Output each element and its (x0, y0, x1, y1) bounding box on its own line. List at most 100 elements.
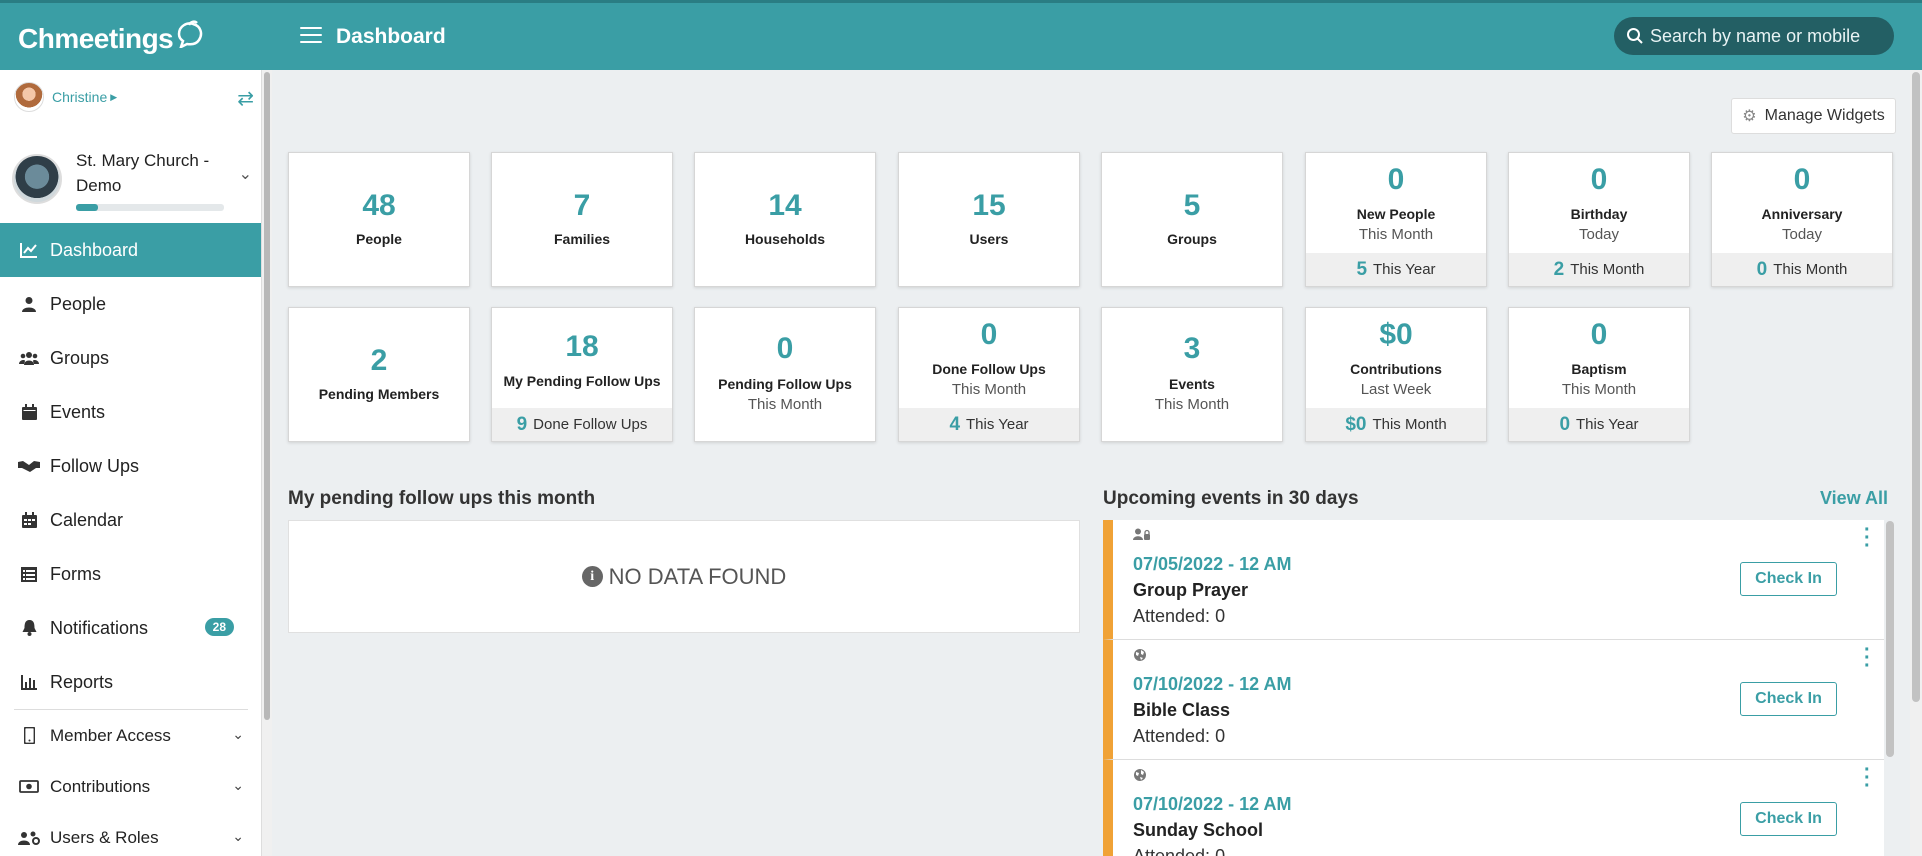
widget-value: 0 (776, 332, 794, 365)
widget-value: 0 (1590, 163, 1608, 196)
main-scrollbar[interactable] (1910, 70, 1922, 856)
event-card[interactable]: 07/10/2022 - 12 AM Sunday School Attende… (1103, 760, 1884, 856)
sidebar-item-notifications[interactable]: Notifications 28 (0, 601, 261, 655)
sidebar-scrollbar[interactable] (262, 70, 272, 856)
widget-people[interactable]: 48 People (288, 152, 470, 287)
no-data-panel: i NO DATA FOUND (288, 520, 1080, 633)
widget-label: People (356, 231, 402, 247)
chevron-down-icon[interactable]: ⌄ (239, 164, 252, 184)
widget-footer-value: 0 (1756, 258, 1768, 280)
manage-widgets-button[interactable]: ⚙ Manage Widgets (1731, 98, 1896, 134)
more-options-icon[interactable]: · · · (1864, 520, 1871, 556)
widget-events[interactable]: 3 Events This Month (1101, 307, 1283, 442)
widget-footer-label: This Year (1373, 261, 1436, 278)
more-options-icon[interactable]: · · · (1864, 640, 1871, 676)
logo-bubble-icon (177, 20, 203, 48)
widget-label: My Pending Follow Ups (503, 373, 661, 389)
widget-groups[interactable]: 5 Groups (1101, 152, 1283, 287)
sidebar-section-contributions[interactable]: Contributions ⌄ (0, 761, 261, 812)
user-switcher[interactable]: Christine ▶ ⇄ (14, 82, 254, 112)
event-name: Sunday School (1133, 820, 1264, 840)
sidebar-item-label: Reports (50, 671, 114, 692)
widget-value: 3 (1183, 332, 1201, 365)
widget-footer-value: 0 (1559, 413, 1571, 435)
widget-pending-members[interactable]: 2 Pending Members (288, 307, 470, 442)
notification-count-badge: 28 (204, 618, 234, 636)
widget-anniversary[interactable]: 0 Anniversary Today 0 This Month (1711, 152, 1893, 287)
widget-label: Groups (1167, 231, 1217, 247)
widget-footer: 0 This Year (1509, 408, 1689, 441)
view-all-link[interactable]: View All (1820, 488, 1888, 509)
event-card[interactable]: 07/05/2022 - 12 AM Group Prayer Attended… (1103, 520, 1884, 640)
sidebar-item-people[interactable]: People (0, 277, 261, 331)
widget-households[interactable]: 14 Households (694, 152, 876, 287)
widget-value: 14 (768, 189, 802, 222)
sidebar-item-reports[interactable]: Reports (0, 655, 261, 709)
sidebar-item-events[interactable]: Events (0, 385, 261, 439)
church-selector[interactable]: St. Mary Church - Demo ⌄ (12, 142, 256, 212)
sidebar-item-label: Calendar (50, 509, 124, 530)
main-scrollbar-thumb[interactable] (1912, 72, 1920, 702)
sidebar-item-label: Users & Roles (50, 827, 159, 847)
widget-footer-label: This Month (1570, 261, 1645, 278)
widget-value: 48 (362, 189, 396, 222)
widget-sublabel: This Month (1154, 396, 1230, 413)
church-avatar (12, 154, 62, 204)
widget-sublabel: Today (1578, 226, 1620, 243)
widget-footer-value: 2 (1553, 258, 1565, 280)
widget-label: Households (744, 231, 826, 247)
more-options-icon[interactable]: · · · (1864, 760, 1871, 796)
event-name: Bible Class (1133, 700, 1231, 720)
globe-icon (1133, 648, 1147, 665)
sidebar-item-forms[interactable]: Forms (0, 547, 261, 601)
widget-sublabel: Last Week (1360, 381, 1432, 398)
widget-value: 0 (1387, 163, 1405, 196)
swap-icon[interactable]: ⇄ (237, 86, 254, 111)
check-in-button[interactable]: Check In (1740, 562, 1837, 596)
event-card[interactable]: 07/10/2022 - 12 AM Bible Class Attended:… (1103, 640, 1884, 760)
widget-value: 0 (1793, 163, 1811, 196)
sidebar-item-follow-ups[interactable]: Follow Ups (0, 439, 261, 493)
chart-line-icon (18, 242, 40, 258)
widget-done-follow-ups[interactable]: 0 Done Follow Ups This Month 4 This Year (898, 307, 1080, 442)
person-icon (18, 296, 40, 312)
events-scrollbar-thumb[interactable] (1886, 521, 1894, 757)
widget-baptism[interactable]: 0 Baptism This Month 0 This Year (1508, 307, 1690, 442)
search-input[interactable] (1650, 25, 1890, 47)
widget-pending-follow-ups[interactable]: 0 Pending Follow Ups This Month (694, 307, 876, 442)
widget-footer-value: 5 (1356, 258, 1368, 280)
widget-footer: 9 Done Follow Ups (492, 408, 672, 441)
sidebar-item-groups[interactable]: Groups (0, 331, 261, 385)
event-date[interactable]: 07/10/2022 - 12 AM (1133, 674, 1291, 695)
sidebar-nav: Dashboard People Groups Events Follow Up… (0, 223, 261, 856)
check-in-button[interactable]: Check In (1740, 802, 1837, 836)
info-icon: i (581, 566, 603, 587)
check-in-button[interactable]: Check In (1740, 682, 1837, 716)
sidebar-section-member-access[interactable]: Member Access ⌄ (0, 710, 261, 761)
event-date[interactable]: 07/10/2022 - 12 AM (1133, 794, 1291, 815)
widget-birthday[interactable]: 0 Birthday Today 2 This Month (1508, 152, 1690, 287)
user-name[interactable]: Christine (52, 89, 107, 105)
widget-families[interactable]: 7 Families (491, 152, 673, 287)
event-date[interactable]: 07/05/2022 - 12 AM (1133, 554, 1291, 575)
sidebar: Christine ▶ ⇄ St. Mary Church - Demo ⌄ D… (0, 70, 262, 856)
search-box[interactable] (1614, 17, 1894, 55)
sidebar-section-users-roles[interactable]: Users & Roles ⌄ (0, 812, 261, 856)
sidebar-item-label: Follow Ups (50, 455, 140, 476)
chevron-down-icon: ⌄ (232, 828, 244, 844)
sidebar-item-label: Member Access (50, 725, 171, 745)
sidebar-item-calendar[interactable]: Calendar (0, 493, 261, 547)
widget-users[interactable]: 15 Users (898, 152, 1080, 287)
event-name: Group Prayer (1133, 580, 1249, 600)
hamburger-menu-icon[interactable] (300, 27, 322, 45)
sidebar-item-dashboard[interactable]: Dashboard (0, 223, 261, 277)
widget-footer: 4 This Year (899, 408, 1079, 441)
widget-footer-label: This Year (1576, 416, 1639, 433)
widget-contributions[interactable]: $0 Contributions Last Week $0 This Month (1305, 307, 1487, 442)
widget-my-pending-follow-ups[interactable]: 18 My Pending Follow Ups 9 Done Follow Up… (491, 307, 673, 442)
widget-new-people[interactable]: 0 New People This Month 5 This Year (1305, 152, 1487, 287)
sidebar-scrollbar-thumb[interactable] (264, 72, 270, 720)
handshake-icon (18, 459, 40, 473)
church-name: St. Mary Church - Demo (76, 151, 210, 195)
brand-logo[interactable]: Chmeetings (18, 19, 205, 59)
